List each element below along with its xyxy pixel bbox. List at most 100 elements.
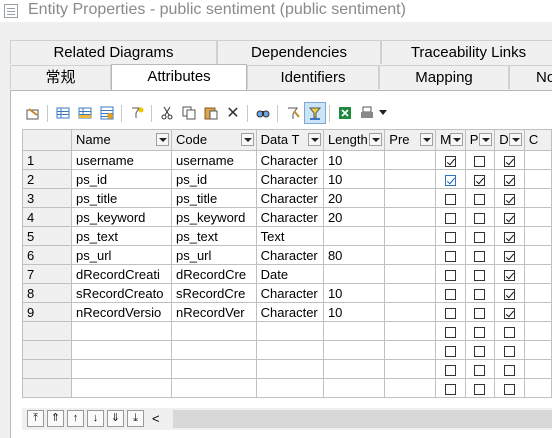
- empty-cell[interactable]: [464, 378, 496, 398]
- dropdown-arrow-icon[interactable]: [376, 102, 390, 124]
- empty-cell[interactable]: [494, 359, 525, 379]
- checkbox[interactable]: [504, 174, 516, 186]
- data-type-cell[interactable]: Character: [255, 283, 324, 303]
- empty-cell[interactable]: [322, 321, 386, 341]
- checkbox[interactable]: [504, 193, 516, 205]
- displayed-cell[interactable]: [494, 188, 525, 208]
- checkbox[interactable]: [444, 288, 456, 300]
- code-cell[interactable]: ps_id: [170, 169, 257, 189]
- excel-export-icon[interactable]: [334, 102, 356, 124]
- comment-cell[interactable]: [523, 302, 552, 322]
- column-filter-dropdown[interactable]: [307, 133, 321, 146]
- empty-cell[interactable]: [523, 359, 552, 379]
- empty-cell[interactable]: [71, 378, 172, 398]
- column-header-code[interactable]: Code: [170, 129, 257, 151]
- empty-cell[interactable]: [435, 321, 466, 341]
- empty-row[interactable]: [22, 359, 552, 379]
- checkbox[interactable]: [474, 155, 486, 167]
- data-type-cell[interactable]: Character: [255, 302, 324, 322]
- empty-cell[interactable]: [22, 340, 73, 360]
- length-cell[interactable]: 10: [322, 169, 386, 189]
- checkbox[interactable]: [474, 288, 486, 300]
- empty-cell[interactable]: [255, 378, 324, 398]
- empty-cell[interactable]: [435, 378, 466, 398]
- name-cell[interactable]: ps_id: [71, 169, 172, 189]
- row-number-cell[interactable]: 9: [22, 302, 73, 322]
- empty-cell[interactable]: [22, 378, 73, 398]
- empty-cell[interactable]: [464, 359, 496, 379]
- empty-cell[interactable]: [435, 340, 466, 360]
- empty-cell[interactable]: [255, 321, 324, 341]
- row-number-cell[interactable]: 7: [22, 264, 73, 284]
- name-cell[interactable]: nRecordVersio: [71, 302, 172, 322]
- mandatory-cell[interactable]: [435, 302, 466, 322]
- find-icon[interactable]: [252, 102, 274, 124]
- name-cell[interactable]: ps_keyword: [71, 207, 172, 227]
- column-header-displayed[interactable]: D: [494, 129, 525, 151]
- precision-cell[interactable]: [384, 207, 437, 227]
- checkbox[interactable]: [504, 326, 516, 338]
- mandatory-cell[interactable]: [435, 188, 466, 208]
- data-type-cell[interactable]: Character: [255, 207, 324, 227]
- precision-cell[interactable]: [384, 264, 437, 284]
- checkbox[interactable]: [444, 155, 456, 167]
- checkbox[interactable]: [474, 383, 486, 395]
- checkbox[interactable]: [444, 250, 456, 262]
- length-cell[interactable]: [322, 226, 386, 246]
- table-row[interactable]: 9 nRecordVersio nRecordVer Character 10: [22, 302, 552, 322]
- tab-traceability-links[interactable]: Traceability Links: [381, 40, 552, 64]
- empty-cell[interactable]: [494, 321, 525, 341]
- mandatory-cell[interactable]: [435, 264, 466, 284]
- row-number-cell[interactable]: 8: [22, 283, 73, 303]
- length-cell[interactable]: 10: [322, 283, 386, 303]
- add-row-icon[interactable]: [74, 102, 96, 124]
- empty-cell[interactable]: [255, 359, 324, 379]
- precision-cell[interactable]: [384, 226, 437, 246]
- precision-cell[interactable]: [384, 283, 437, 303]
- primary-cell[interactable]: [464, 226, 496, 246]
- empty-cell[interactable]: [71, 359, 172, 379]
- primary-cell[interactable]: [464, 207, 496, 227]
- precision-cell[interactable]: [384, 302, 437, 322]
- checkbox[interactable]: [474, 212, 486, 224]
- checkbox[interactable]: [474, 250, 486, 262]
- empty-cell[interactable]: [170, 321, 257, 341]
- empty-cell[interactable]: [322, 340, 386, 360]
- table-row[interactable]: 5 ps_text ps_text Text: [22, 226, 552, 246]
- mandatory-cell[interactable]: [435, 283, 466, 303]
- comment-cell[interactable]: [523, 188, 552, 208]
- checkbox[interactable]: [444, 231, 456, 243]
- column-filter-dropdown[interactable]: [155, 133, 169, 146]
- checkbox[interactable]: [444, 326, 456, 338]
- mandatory-cell[interactable]: [435, 226, 466, 246]
- column-header-length[interactable]: Length: [322, 129, 386, 151]
- empty-cell[interactable]: [494, 340, 525, 360]
- scroll-left-icon[interactable]: <: [152, 411, 160, 426]
- length-cell[interactable]: 10: [322, 150, 386, 170]
- code-cell[interactable]: username: [170, 150, 257, 170]
- table-row[interactable]: 4 ps_keyword ps_keyword Character 20: [22, 207, 552, 227]
- empty-cell[interactable]: [435, 359, 466, 379]
- move-down-icon[interactable]: ↓: [87, 410, 104, 427]
- comment-cell[interactable]: [523, 169, 552, 189]
- checkbox[interactable]: [474, 269, 486, 281]
- insert-row-icon[interactable]: [52, 102, 74, 124]
- column-header-mandatory[interactable]: M: [435, 129, 466, 151]
- empty-cell[interactable]: [384, 359, 437, 379]
- name-cell[interactable]: dRecordCreati: [71, 264, 172, 284]
- displayed-cell[interactable]: [494, 264, 525, 284]
- mandatory-cell[interactable]: [435, 169, 466, 189]
- name-cell[interactable]: ps_title: [71, 188, 172, 208]
- empty-cell[interactable]: [523, 340, 552, 360]
- code-cell[interactable]: ps_text: [170, 226, 257, 246]
- checkbox[interactable]: [504, 269, 516, 281]
- cut-icon[interactable]: [156, 102, 178, 124]
- checkbox[interactable]: [444, 364, 456, 376]
- name-cell[interactable]: ps_text: [71, 226, 172, 246]
- checkbox[interactable]: [444, 174, 456, 186]
- length-cell[interactable]: 10: [322, 302, 386, 322]
- displayed-cell[interactable]: [494, 302, 525, 322]
- empty-cell[interactable]: [322, 378, 386, 398]
- length-cell[interactable]: 20: [322, 207, 386, 227]
- empty-cell[interactable]: [523, 321, 552, 341]
